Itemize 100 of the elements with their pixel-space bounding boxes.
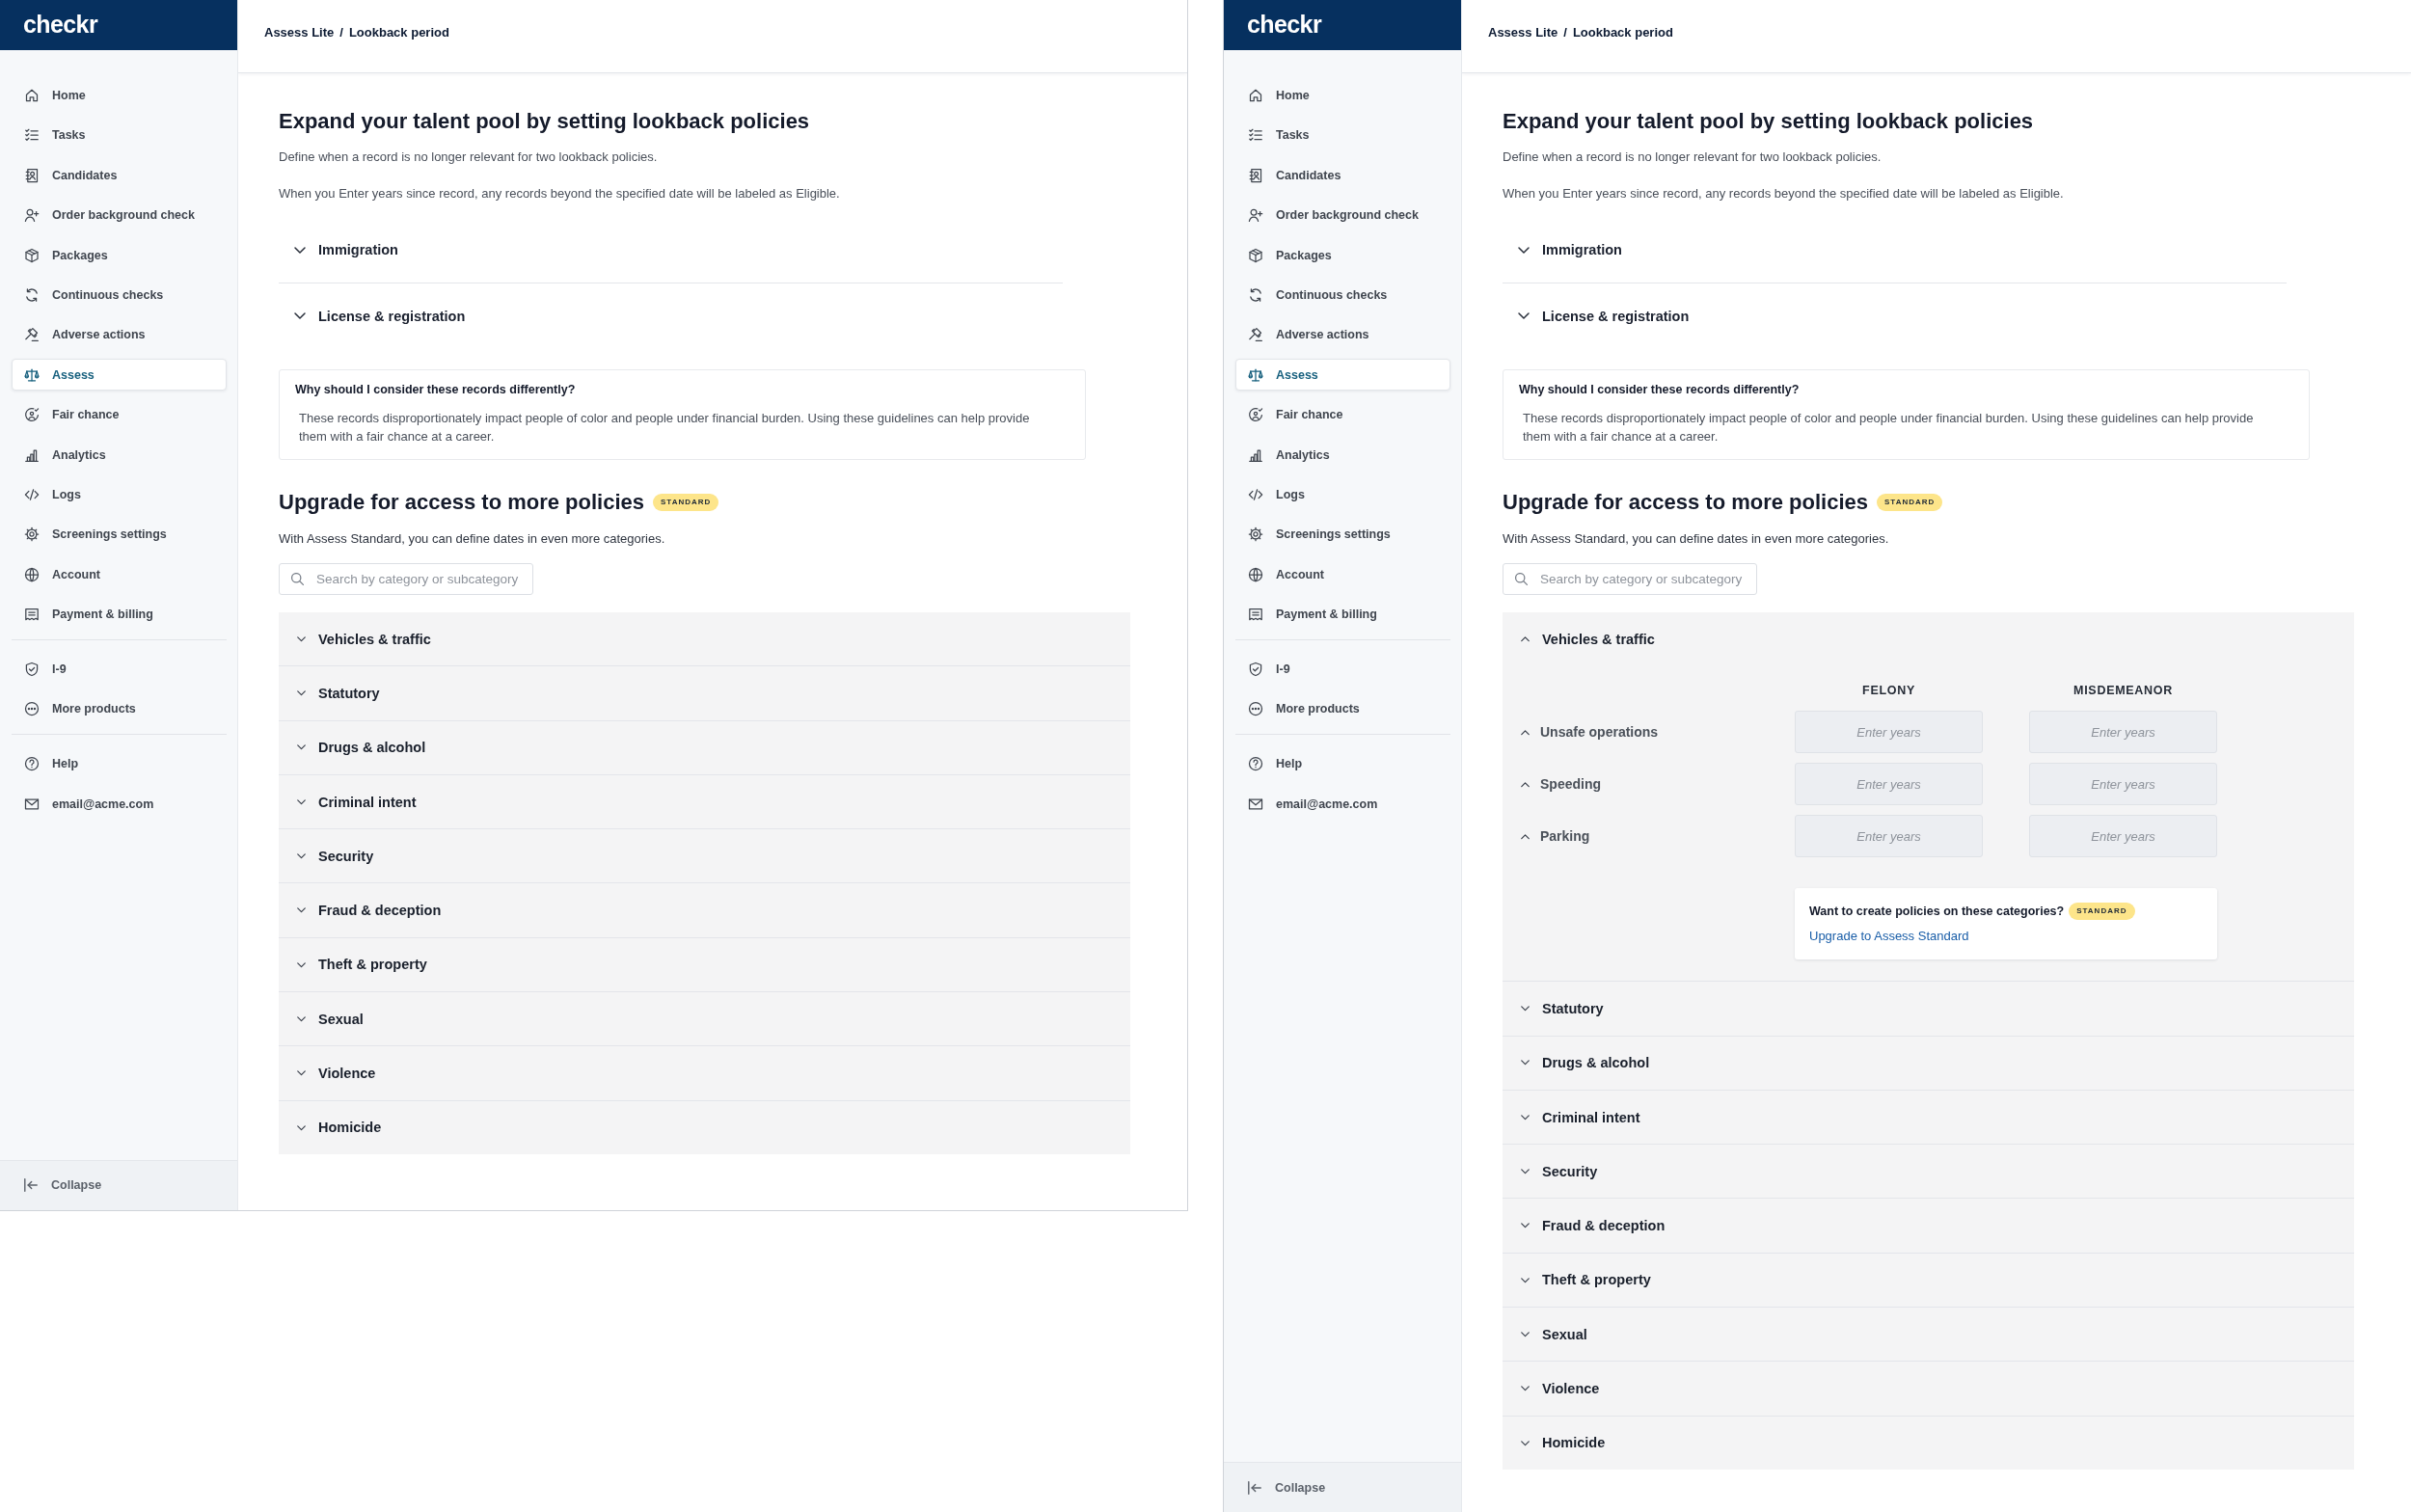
nav-item[interactable]: Packages [12,239,227,272]
gavel-icon [24,327,40,343]
nav-item[interactable]: Payment & billing [12,598,227,631]
nav-item[interactable]: Packages [1235,239,1450,272]
help-icon [1248,756,1263,772]
logo[interactable]: checkr [23,11,97,38]
search-icon [291,573,304,585]
nav-item[interactable]: More products [12,692,227,725]
nav-item[interactable]: Tasks [1235,119,1450,151]
bar-chart-icon [24,446,40,463]
nav-item[interactable]: Assess [12,359,227,392]
refresh-icon [24,286,40,303]
accordion-header[interactable]: Immigration [1503,217,2287,283]
page-title: Expand your talent pool by setting lookback policies [1503,108,2035,135]
info-title: Why should I consider these records differently? [1519,382,1801,398]
nav-item[interactable]: Screenings settings [1235,518,1450,551]
subcategory-toggle[interactable]: Parking [1503,828,1590,845]
chevron-up-icon [1521,781,1530,788]
years-input[interactable]: Enter years [1795,815,1983,858]
nav-item[interactable]: Order background check [12,199,227,231]
chevron-down-icon [297,1070,306,1076]
plan-badge: STANDARD [653,494,719,511]
code-icon [1248,486,1263,502]
nav-item[interactable]: Logs [1235,478,1450,511]
nav-item[interactable]: Tasks [12,119,227,151]
intro-text: When you Enter years since record, any records beyond the specified date will be labeled as Eligible. [1503,185,2065,202]
accordion-header[interactable]: Immigration [279,217,1063,283]
collapse-button[interactable]: Collapse [1224,1462,1461,1512]
subcategory-toggle[interactable]: Speeding [1503,776,1601,793]
nav-item[interactable]: Fair chance [1235,398,1450,431]
upgrade-text: With Assess Standard, you can define dates in even more categories. [1503,530,1890,548]
chevron-down-icon [297,853,306,859]
chevron-down-icon [297,1124,306,1131]
nav-item[interactable]: More products [1235,692,1450,725]
chevron-down-icon [1521,1223,1530,1228]
chevron-down-icon [294,246,306,254]
collapse-icon [24,1178,38,1193]
nav-item[interactable]: I-9 [1235,653,1450,686]
nav-item[interactable]: Candidates [1235,159,1450,192]
accordion-header[interactable]: License & registration [1503,283,2287,348]
breadcrumb-link[interactable]: Assess Lite [264,24,335,41]
chevron-down-icon [1521,1169,1530,1174]
chevron-down-icon [1521,1331,1530,1337]
chevron-down-icon [297,635,306,642]
logo[interactable]: checkr [1247,11,1321,38]
nav-item[interactable]: Home [12,79,227,112]
chevron-down-icon [297,798,306,805]
chevron-down-icon [297,744,306,750]
plan-badge: STANDARD [2069,903,2135,921]
chevron-down-icon [1521,1006,1530,1012]
years-input[interactable]: Enter years [1795,763,1983,806]
years-input[interactable]: Enter years [2029,815,2217,858]
nav-item[interactable]: Logs [12,478,227,511]
chevron-down-icon [1521,1386,1530,1391]
nav-item[interactable]: Help [12,747,227,780]
checklist-icon [1248,127,1263,144]
code-icon [24,486,40,502]
nav-item[interactable]: Adverse actions [1235,318,1450,351]
nav-item[interactable]: I-9 [12,653,227,686]
upgrade-link[interactable]: Upgrade to Assess Standard [1809,928,1969,946]
shield-check-icon [24,662,40,678]
nav-item[interactable]: Home [1235,79,1450,112]
collapse-button[interactable]: Collapse [0,1159,237,1210]
search-field[interactable]: Search by category or subcategory [1503,563,1757,595]
person-plus-icon [24,207,40,224]
nav-item[interactable]: email@acme.com [12,788,227,821]
nav-item[interactable]: Analytics [12,439,227,471]
breadcrumb-separator: / [1563,24,1567,41]
nav-item[interactable]: Continuous checks [1235,279,1450,311]
nav-item[interactable]: Account [1235,558,1450,591]
nav-item[interactable]: Screenings settings [12,518,227,551]
accordion-header[interactable]: License & registration [279,283,1063,348]
years-input[interactable]: Enter years [2029,711,2217,754]
nav-item[interactable]: Candidates [12,159,227,192]
subcategory-toggle[interactable]: Unsafe operations [1503,724,1659,741]
more-icon [1248,701,1263,717]
gavel-icon [1248,327,1263,343]
section-title: Upgrade for access to more policies [279,489,645,516]
chevron-down-icon [297,1015,306,1022]
breadcrumb-link[interactable]: Assess Lite [1488,24,1558,41]
years-input[interactable]: Enter years [1795,711,1983,754]
nav-item[interactable]: email@acme.com [1235,788,1450,821]
nav-item[interactable]: Help [1235,747,1450,780]
refresh-icon [1248,286,1263,303]
settings-icon [24,526,40,543]
box-icon [1248,247,1263,263]
nav-item[interactable]: Adverse actions [12,318,227,351]
section-title: Upgrade for access to more policies [1503,489,1869,516]
nav-item[interactable]: Fair chance [12,398,227,431]
more-icon [24,701,40,717]
nav-item[interactable]: Account [12,558,227,591]
nav-item[interactable]: Continuous checks [12,279,227,311]
nav-item[interactable]: Order background check [1235,199,1450,231]
nav-item[interactable]: Payment & billing [1235,598,1450,631]
column-header: MISDEMEANOR [2072,683,2174,700]
nav-item[interactable]: Analytics [1235,439,1450,471]
chevron-down-icon [1521,1060,1530,1066]
search-field[interactable]: Search by category or subcategory [279,563,533,595]
years-input[interactable]: Enter years [2029,763,2217,806]
nav-item[interactable]: Assess [1235,359,1450,392]
